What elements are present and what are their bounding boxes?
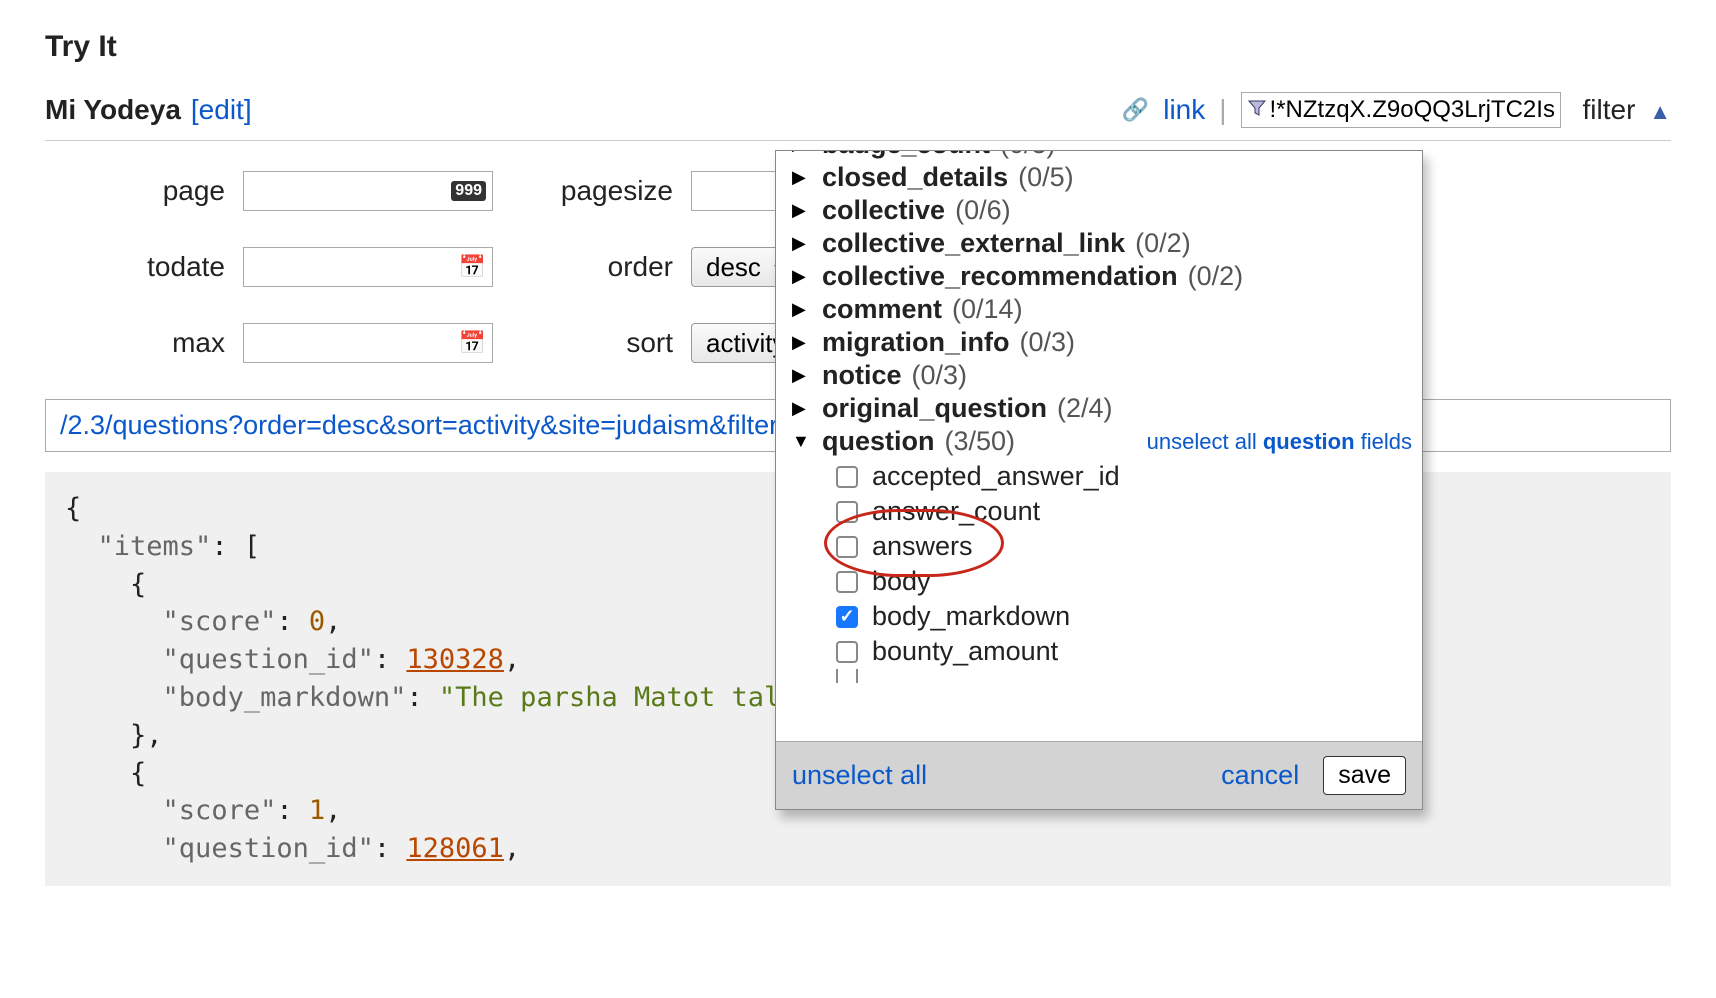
checkbox[interactable]: ✓ xyxy=(836,606,858,628)
type-count: (0/3) xyxy=(912,360,968,391)
type-row-question[interactable]: ▼ question (3/50) unselect all question fi… xyxy=(792,426,1412,457)
checkbox[interactable] xyxy=(836,536,858,558)
field-row-bounty_amount[interactable]: bounty_amount xyxy=(836,634,1412,669)
disclosure-triangle-icon[interactable]: ▶ xyxy=(792,299,812,320)
pagesize-label: pagesize xyxy=(553,175,673,207)
field-row-accepted_answer_id[interactable]: accepted_answer_id xyxy=(836,459,1412,494)
filter-panel: ▶badge_count (0/3)▶closed_details (0/5)▶… xyxy=(775,150,1423,810)
type-row-notice[interactable]: ▶ notice (0/3) xyxy=(792,360,1412,391)
unselect-all-link[interactable]: unselect all xyxy=(792,760,927,791)
field-row-answers[interactable]: answers xyxy=(836,529,1412,564)
order-select[interactable]: desc xyxy=(691,247,788,287)
type-count: (0/3) xyxy=(1000,151,1056,160)
numeric-badge-icon: 999 xyxy=(451,181,486,201)
filter-toggle[interactable]: filter ▲ xyxy=(1583,94,1671,126)
type-name: notice xyxy=(822,360,902,391)
calendar-icon: 📅 xyxy=(459,330,486,356)
disclosure-triangle-icon[interactable]: ▼ xyxy=(792,431,812,452)
type-count: (0/3) xyxy=(1020,327,1076,358)
type-name: comment xyxy=(822,294,942,325)
field-row-body[interactable]: body xyxy=(836,564,1412,599)
disclosure-triangle-icon[interactable]: ▶ xyxy=(792,266,812,287)
type-count: (3/50) xyxy=(945,426,1016,457)
order-label: order xyxy=(553,251,673,283)
todate-label: todate xyxy=(105,251,225,283)
field-label: answers xyxy=(872,531,973,562)
disclosure-triangle-icon[interactable]: ▶ xyxy=(792,233,812,254)
type-name: collective xyxy=(822,195,945,226)
type-count: (0/5) xyxy=(1018,162,1074,193)
checkbox[interactable] xyxy=(836,501,858,523)
link-icon: 🔗 xyxy=(1122,97,1149,123)
type-name: question xyxy=(822,426,935,457)
field-row-clipped xyxy=(836,669,1412,683)
type-name: collective_recommendation xyxy=(822,261,1178,292)
type-name: badge_count xyxy=(822,151,990,160)
edit-site-link[interactable]: [edit] xyxy=(191,94,252,126)
type-name: collective_external_link xyxy=(822,228,1125,259)
filter-input[interactable] xyxy=(1241,92,1561,128)
type-count: (0/2) xyxy=(1188,261,1244,292)
checkbox[interactable] xyxy=(836,466,858,488)
field-label: body_markdown xyxy=(872,601,1070,632)
type-count: (0/6) xyxy=(955,195,1011,226)
disclosure-triangle-icon[interactable]: ▶ xyxy=(792,167,812,188)
sort-label: sort xyxy=(553,327,673,359)
field-label: bounty_amount xyxy=(872,636,1058,667)
checkbox[interactable] xyxy=(836,571,858,593)
disclosure-triangle-icon[interactable]: ▶ xyxy=(792,365,812,386)
page-label: page xyxy=(105,175,225,207)
page-input[interactable]: 999 xyxy=(243,171,493,211)
permalink-link[interactable]: link xyxy=(1163,94,1205,126)
triangle-up-icon: ▲ xyxy=(1649,99,1671,124)
type-row-closed_details[interactable]: ▶ closed_details (0/5) xyxy=(792,162,1412,193)
field-row-answer_count[interactable]: answer_count xyxy=(836,494,1412,529)
type-count: (2/4) xyxy=(1057,393,1113,424)
type-name: closed_details xyxy=(822,162,1008,193)
field-label: accepted_answer_id xyxy=(872,461,1120,492)
calendar-icon: 📅 xyxy=(459,254,486,280)
max-input[interactable]: 📅 xyxy=(243,323,493,363)
type-row-collective[interactable]: ▶ collective (0/6) xyxy=(792,195,1412,226)
todate-input[interactable]: 📅 xyxy=(243,247,493,287)
disclosure-triangle-icon[interactable]: ▶ xyxy=(792,332,812,353)
unselect-type-link[interactable]: unselect all question fields xyxy=(1147,429,1412,455)
field-label: body xyxy=(872,566,931,597)
type-row-collective_external_link[interactable]: ▶ collective_external_link (0/2) xyxy=(792,228,1412,259)
checkbox[interactable] xyxy=(836,641,858,663)
page-title: Try It xyxy=(45,30,1671,64)
field-row-body_markdown[interactable]: ✓ body_markdown xyxy=(836,599,1412,634)
checkbox xyxy=(836,669,858,683)
max-label: max xyxy=(105,327,225,359)
type-row-comment[interactable]: ▶ comment (0/14) xyxy=(792,294,1412,325)
save-button[interactable]: save xyxy=(1323,756,1406,795)
type-row-collective_recommendation[interactable]: ▶ collective_recommendation (0/2) xyxy=(792,261,1412,292)
disclosure-triangle-icon[interactable]: ▶ xyxy=(792,151,812,155)
type-row-badge_count[interactable]: ▶ badge_count (0/3) xyxy=(792,151,1412,160)
type-row-original_question[interactable]: ▶ original_question (2/4) xyxy=(792,393,1412,424)
type-name: original_question xyxy=(822,393,1047,424)
type-row-migration_info[interactable]: ▶ migration_info (0/3) xyxy=(792,327,1412,358)
disclosure-triangle-icon[interactable]: ▶ xyxy=(792,200,812,221)
site-name: Mi Yodeya xyxy=(45,94,181,126)
type-count: (0/14) xyxy=(952,294,1023,325)
type-name: migration_info xyxy=(822,327,1010,358)
disclosure-triangle-icon[interactable]: ▶ xyxy=(792,398,812,419)
separator: | xyxy=(1219,94,1226,126)
type-count: (0/2) xyxy=(1135,228,1191,259)
cancel-link[interactable]: cancel xyxy=(1221,760,1299,791)
field-label: answer_count xyxy=(872,496,1040,527)
